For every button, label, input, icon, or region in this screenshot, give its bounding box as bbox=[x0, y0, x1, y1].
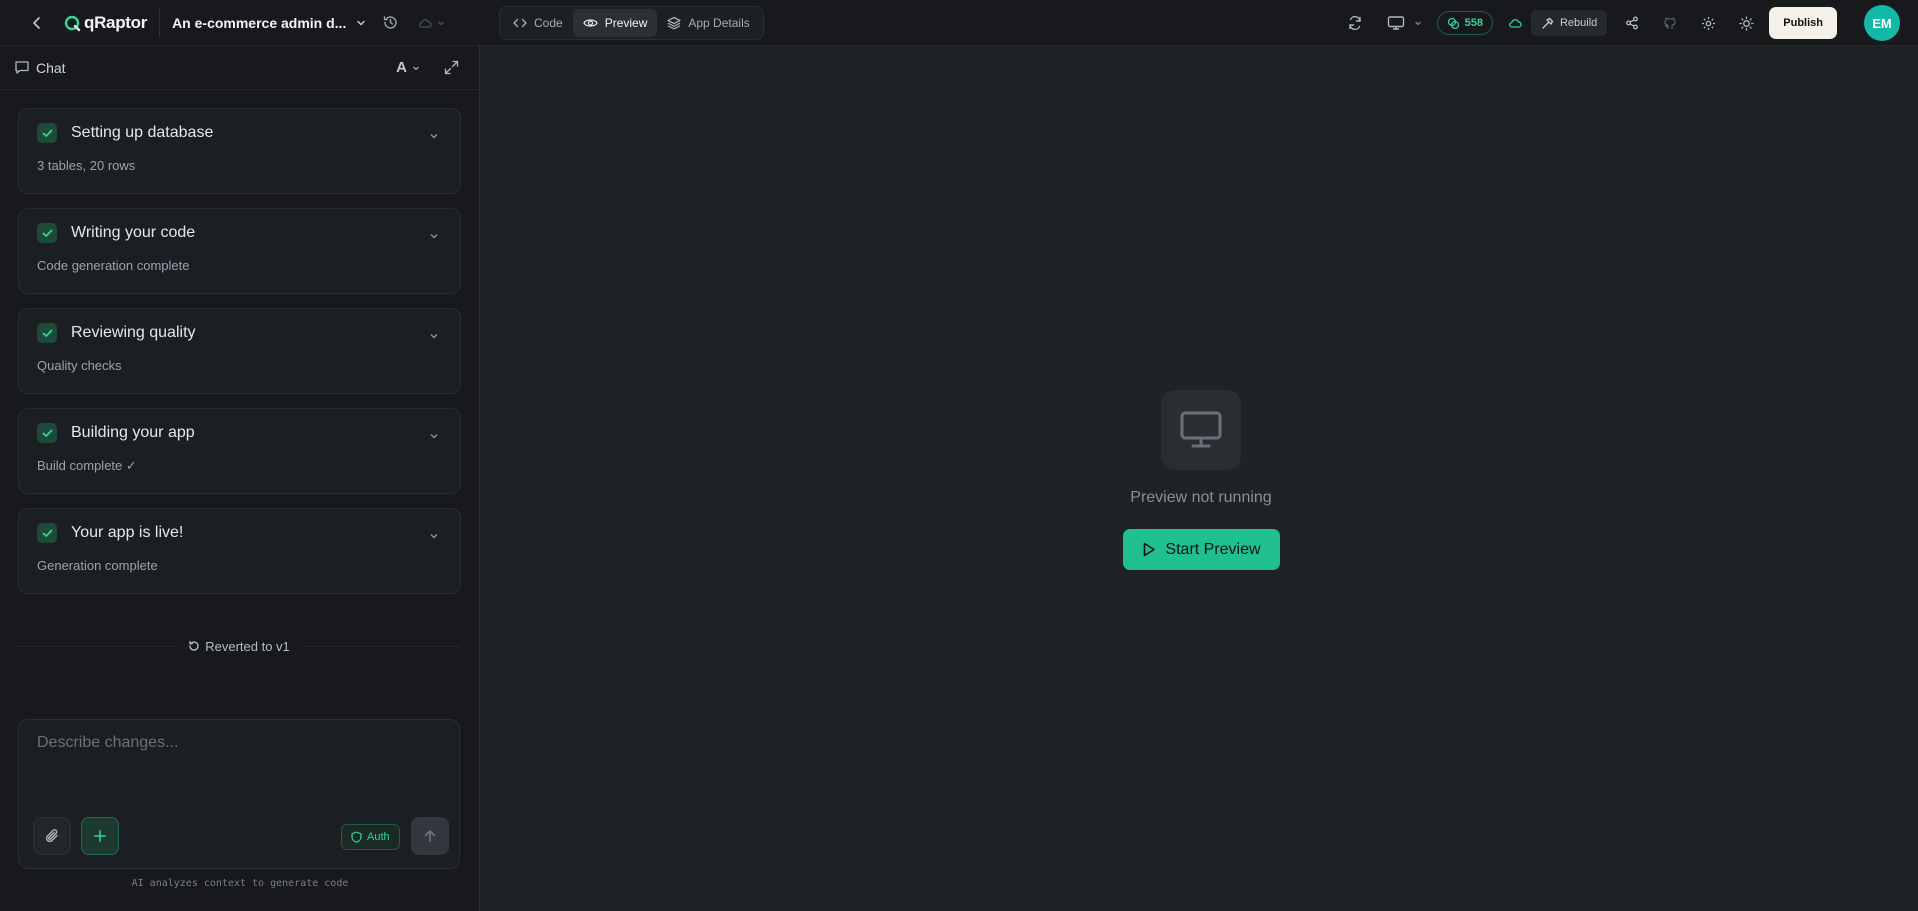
chevron-down-icon bbox=[413, 66, 419, 70]
chevron-down-icon bbox=[1414, 21, 1421, 26]
chevron-down-icon[interactable] bbox=[428, 129, 440, 147]
avatar[interactable]: EM bbox=[1864, 5, 1900, 41]
step-title: Reviewing quality bbox=[71, 324, 196, 341]
undo-icon bbox=[189, 640, 199, 651]
arrow-up-icon bbox=[424, 830, 436, 842]
progress-steps: Setting up database 3 tables, 20 rows Wr… bbox=[0, 90, 479, 594]
check-icon bbox=[37, 523, 57, 543]
send-button[interactable] bbox=[411, 817, 449, 855]
chevron-down-icon[interactable] bbox=[428, 529, 440, 547]
step-subtitle: Build complete ✓ bbox=[37, 458, 137, 473]
share-icon[interactable] bbox=[1621, 12, 1643, 34]
github-icon[interactable] bbox=[1659, 12, 1681, 34]
step-title: Your app is live! bbox=[71, 524, 184, 541]
cloud-sync-status[interactable] bbox=[418, 17, 446, 29]
check-icon bbox=[37, 123, 57, 143]
font-size-label: A bbox=[396, 59, 407, 76]
history-icon[interactable] bbox=[378, 11, 402, 35]
chat-title: Chat bbox=[36, 59, 66, 76]
step-title: Writing your code bbox=[71, 224, 196, 241]
chat-panel: Chat A Setting up database 3 tables, 20 … bbox=[0, 46, 480, 911]
app-title[interactable]: An e-commerce admin d... bbox=[172, 15, 346, 31]
tab-code[interactable]: Code bbox=[503, 9, 573, 37]
attach-button[interactable] bbox=[33, 817, 71, 855]
step-card[interactable]: Reviewing quality Quality checks bbox=[18, 308, 461, 394]
sun-icon[interactable] bbox=[1735, 12, 1757, 34]
auth-toggle[interactable]: Auth bbox=[341, 824, 400, 850]
check-icon bbox=[37, 323, 57, 343]
expand-icon[interactable] bbox=[441, 58, 461, 78]
coins-icon bbox=[1447, 17, 1459, 29]
chat-header: Chat A bbox=[0, 46, 479, 90]
add-button[interactable] bbox=[81, 817, 119, 855]
divider bbox=[159, 8, 161, 37]
step-subtitle: Quality checks bbox=[37, 358, 122, 373]
credits-badge[interactable]: 558 bbox=[1436, 11, 1493, 35]
tab-app-details[interactable]: App Details bbox=[657, 9, 759, 37]
monitor-icon bbox=[1387, 16, 1404, 30]
logo-icon bbox=[64, 15, 81, 31]
chevron-down-icon[interactable] bbox=[428, 329, 440, 347]
play-icon bbox=[1144, 542, 1156, 557]
brand-logo[interactable]: qRaptor bbox=[64, 13, 147, 33]
monitor-icon bbox=[1161, 390, 1241, 470]
step-subtitle: Generation complete bbox=[37, 558, 158, 573]
brand-name: qRaptor bbox=[84, 12, 148, 32]
step-card[interactable]: Setting up database 3 tables, 20 rows bbox=[18, 108, 461, 194]
start-preview-label: Start Preview bbox=[1165, 540, 1261, 558]
revert-notice: Reverted to v1 bbox=[176, 639, 302, 654]
step-card[interactable]: Writing your code Code generation comple… bbox=[18, 208, 461, 294]
step-card[interactable]: Your app is live! Generation complete bbox=[18, 508, 461, 594]
rebuild-label: Rebuild bbox=[1559, 17, 1598, 29]
tab-label: Preview bbox=[604, 16, 648, 30]
step-subtitle: Code generation complete bbox=[37, 258, 190, 273]
chevron-down-icon[interactable] bbox=[428, 229, 440, 247]
tab-preview[interactable]: Preview bbox=[572, 9, 658, 37]
revert-divider: Reverted to v1 bbox=[18, 636, 461, 656]
shield-icon bbox=[351, 831, 362, 843]
chat-icon bbox=[15, 61, 29, 74]
chevron-down-icon[interactable] bbox=[352, 14, 370, 32]
chevron-down-icon bbox=[438, 21, 445, 25]
check-icon bbox=[37, 423, 57, 443]
layers-icon bbox=[667, 16, 682, 30]
hammer-icon bbox=[1542, 17, 1554, 29]
chevron-down-icon[interactable] bbox=[428, 429, 440, 447]
plus-icon bbox=[94, 830, 106, 842]
font-size-button[interactable]: A bbox=[396, 59, 421, 76]
tab-label: App Details bbox=[688, 16, 750, 30]
step-title: Setting up database bbox=[71, 124, 214, 141]
code-icon bbox=[513, 18, 527, 28]
preview-status: Preview not running bbox=[1130, 489, 1272, 506]
check-icon bbox=[37, 223, 57, 243]
back-icon[interactable] bbox=[22, 8, 52, 38]
auth-label: Auth bbox=[367, 831, 390, 843]
message-composer: Auth bbox=[18, 719, 460, 869]
paperclip-icon bbox=[45, 829, 58, 843]
step-title: Building your app bbox=[71, 424, 195, 441]
cloud-icon[interactable] bbox=[1505, 13, 1525, 33]
cloud-icon bbox=[419, 18, 432, 28]
credits-count: 558 bbox=[1464, 17, 1483, 29]
message-input[interactable] bbox=[37, 734, 437, 794]
composer-hint: AI analyzes context to generate code bbox=[131, 878, 349, 889]
step-subtitle: 3 tables, 20 rows bbox=[37, 158, 136, 173]
start-preview-button[interactable]: Start Preview bbox=[1123, 529, 1280, 570]
revert-label: Reverted to v1 bbox=[205, 638, 290, 654]
view-tabs: Code Preview App Details bbox=[499, 6, 764, 40]
eye-icon bbox=[582, 19, 598, 27]
top-bar: qRaptor An e-commerce admin d... Code Pr… bbox=[0, 0, 1918, 46]
publish-button[interactable]: Publish bbox=[1769, 7, 1837, 39]
rebuild-button[interactable]: Rebuild bbox=[1530, 10, 1608, 36]
step-card[interactable]: Building your app Build complete ✓ bbox=[18, 408, 461, 494]
preview-area: Preview not running Start Preview bbox=[481, 46, 1918, 911]
tab-label: Code bbox=[534, 16, 563, 30]
device-selector[interactable] bbox=[1387, 15, 1423, 31]
gear-icon[interactable] bbox=[1697, 12, 1719, 34]
refresh-icon[interactable] bbox=[1341, 9, 1369, 37]
